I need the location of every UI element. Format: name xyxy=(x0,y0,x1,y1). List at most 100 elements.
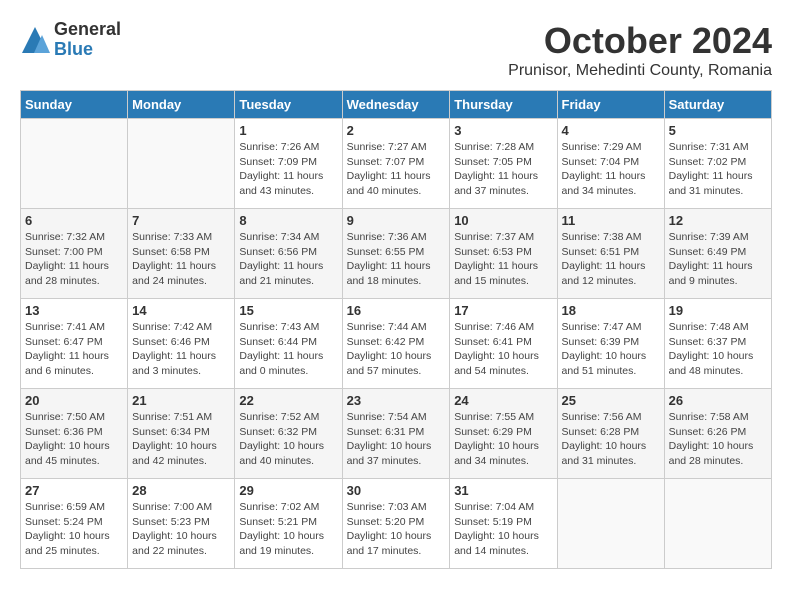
day-info: Sunrise: 7:56 AM Sunset: 6:28 PM Dayligh… xyxy=(562,410,660,469)
day-info: Sunrise: 7:38 AM Sunset: 6:51 PM Dayligh… xyxy=(562,230,660,289)
calendar-cell: 14 Sunrise: 7:42 AM Sunset: 6:46 PM Dayli… xyxy=(128,299,235,389)
calendar-week-3: 13Sunrise: 7:41 AM Sunset: 6:47 PM Dayli… xyxy=(21,299,772,389)
day-number: 2 xyxy=(347,123,446,138)
day-info: Sunrise: 7:34 AM Sunset: 6:56 PM Dayligh… xyxy=(239,230,337,289)
calendar-cell: 9Sunrise: 7:36 AM Sunset: 6:55 PM Daylig… xyxy=(342,209,450,299)
calendar-cell: 12Sunrise: 7:39 AM Sunset: 6:49 PM Dayli… xyxy=(664,209,771,299)
day-info: Sunrise: 7:42 AM Sunset: 6:46 PM Dayligh… xyxy=(132,320,230,379)
calendar-table: Sunday Monday Tuesday Wednesday Thursday… xyxy=(20,90,772,569)
day-number: 4 xyxy=(562,123,660,138)
day-info: Sunrise: 7:55 AM Sunset: 6:29 PM Dayligh… xyxy=(454,410,552,469)
calendar-cell: 29 Sunrise: 7:02 AM Sunset: 5:21 PM Dayli… xyxy=(235,479,342,569)
day-info: Sunrise: 7:02 AM Sunset: 5:21 PM Dayligh… xyxy=(239,500,337,559)
calendar-cell: 26 Sunrise: 7:58 AM Sunset: 6:26 PM Dayli… xyxy=(664,389,771,479)
calendar-cell: 19Sunrise: 7:48 AM Sunset: 6:37 PM Dayli… xyxy=(664,299,771,389)
col-tuesday: Tuesday xyxy=(235,91,342,119)
day-info: Sunrise: 7:51 AM Sunset: 6:34 PM Dayligh… xyxy=(132,410,230,469)
day-number: 24 xyxy=(454,393,552,408)
location-subtitle: Prunisor, Mehedinti County, Romania xyxy=(508,62,772,80)
day-info: Sunrise: 7:52 AM Sunset: 6:32 PM Dayligh… xyxy=(239,410,337,469)
calendar-week-5: 27Sunrise: 6:59 AM Sunset: 5:24 PM Dayli… xyxy=(21,479,772,569)
day-number: 22 xyxy=(239,393,337,408)
day-number: 3 xyxy=(454,123,552,138)
logo-blue: Blue xyxy=(54,40,121,60)
calendar-cell: 30 Sunrise: 7:03 AM Sunset: 5:20 PM Dayli… xyxy=(342,479,450,569)
day-info: Sunrise: 7:58 AM Sunset: 6:26 PM Dayligh… xyxy=(669,410,767,469)
calendar-cell: 20 Sunrise: 7:50 AM Sunset: 6:36 PM Dayli… xyxy=(21,389,128,479)
day-info: Sunrise: 7:33 AM Sunset: 6:58 PM Dayligh… xyxy=(132,230,230,289)
calendar-cell xyxy=(21,119,128,209)
day-info: Sunrise: 7:28 AM Sunset: 7:05 PM Dayligh… xyxy=(454,140,552,199)
day-number: 23 xyxy=(347,393,446,408)
calendar-cell xyxy=(664,479,771,569)
calendar-cell: 13Sunrise: 7:41 AM Sunset: 6:47 PM Dayli… xyxy=(21,299,128,389)
calendar-cell: 28 Sunrise: 7:00 AM Sunset: 5:23 PM Dayli… xyxy=(128,479,235,569)
page-header: General Blue October 2024 Prunisor, Mehe… xyxy=(20,20,772,80)
col-friday: Friday xyxy=(557,91,664,119)
logo-general: General xyxy=(54,20,121,40)
calendar-cell: 18Sunrise: 7:47 AM Sunset: 6:39 PM Dayli… xyxy=(557,299,664,389)
day-number: 21 xyxy=(132,393,230,408)
day-number: 31 xyxy=(454,483,552,498)
month-title: October 2024 xyxy=(508,20,772,62)
day-number: 15 xyxy=(239,303,337,318)
day-number: 28 xyxy=(132,483,230,498)
day-number: 7 xyxy=(132,213,230,228)
day-number: 27 xyxy=(25,483,123,498)
day-number: 30 xyxy=(347,483,446,498)
calendar-cell: 1Sunrise: 7:26 AM Sunset: 7:09 PM Daylig… xyxy=(235,119,342,209)
day-info: Sunrise: 7:29 AM Sunset: 7:04 PM Dayligh… xyxy=(562,140,660,199)
logo-text: General Blue xyxy=(54,20,121,60)
calendar-header: Sunday Monday Tuesday Wednesday Thursday… xyxy=(21,91,772,119)
day-info: Sunrise: 7:54 AM Sunset: 6:31 PM Dayligh… xyxy=(347,410,446,469)
calendar-week-4: 20 Sunrise: 7:50 AM Sunset: 6:36 PM Dayli… xyxy=(21,389,772,479)
calendar-cell: 21 Sunrise: 7:51 AM Sunset: 6:34 PM Dayli… xyxy=(128,389,235,479)
header-row: Sunday Monday Tuesday Wednesday Thursday… xyxy=(21,91,772,119)
calendar-cell: 2Sunrise: 7:27 AM Sunset: 7:07 PM Daylig… xyxy=(342,119,450,209)
calendar-cell: 31 Sunrise: 7:04 AM Sunset: 5:19 PM Dayli… xyxy=(450,479,557,569)
calendar-cell: 22 Sunrise: 7:52 AM Sunset: 6:32 PM Dayli… xyxy=(235,389,342,479)
calendar-cell xyxy=(128,119,235,209)
day-number: 11 xyxy=(562,213,660,228)
col-saturday: Saturday xyxy=(664,91,771,119)
day-number: 16 xyxy=(347,303,446,318)
calendar-cell: 6 Sunrise: 7:32 AM Sunset: 7:00 PM Daylig… xyxy=(21,209,128,299)
calendar-week-1: 1Sunrise: 7:26 AM Sunset: 7:09 PM Daylig… xyxy=(21,119,772,209)
logo-icon xyxy=(20,25,50,55)
day-number: 25 xyxy=(562,393,660,408)
day-info: Sunrise: 7:03 AM Sunset: 5:20 PM Dayligh… xyxy=(347,500,446,559)
day-info: Sunrise: 7:00 AM Sunset: 5:23 PM Dayligh… xyxy=(132,500,230,559)
calendar-cell: 3 Sunrise: 7:28 AM Sunset: 7:05 PM Daylig… xyxy=(450,119,557,209)
day-number: 13 xyxy=(25,303,123,318)
col-monday: Monday xyxy=(128,91,235,119)
day-info: Sunrise: 7:50 AM Sunset: 6:36 PM Dayligh… xyxy=(25,410,123,469)
calendar-cell: 4 Sunrise: 7:29 AM Sunset: 7:04 PM Daylig… xyxy=(557,119,664,209)
calendar-cell: 11 Sunrise: 7:38 AM Sunset: 6:51 PM Dayli… xyxy=(557,209,664,299)
day-number: 6 xyxy=(25,213,123,228)
day-info: Sunrise: 7:47 AM Sunset: 6:39 PM Dayligh… xyxy=(562,320,660,379)
calendar-cell xyxy=(557,479,664,569)
calendar-cell: 10Sunrise: 7:37 AM Sunset: 6:53 PM Dayli… xyxy=(450,209,557,299)
calendar-cell: 24 Sunrise: 7:55 AM Sunset: 6:29 PM Dayli… xyxy=(450,389,557,479)
calendar-cell: 27Sunrise: 6:59 AM Sunset: 5:24 PM Dayli… xyxy=(21,479,128,569)
day-number: 5 xyxy=(669,123,767,138)
col-sunday: Sunday xyxy=(21,91,128,119)
day-number: 14 xyxy=(132,303,230,318)
day-info: Sunrise: 7:48 AM Sunset: 6:37 PM Dayligh… xyxy=(669,320,767,379)
day-number: 20 xyxy=(25,393,123,408)
day-info: Sunrise: 7:04 AM Sunset: 5:19 PM Dayligh… xyxy=(454,500,552,559)
day-number: 8 xyxy=(239,213,337,228)
day-info: Sunrise: 7:46 AM Sunset: 6:41 PM Dayligh… xyxy=(454,320,552,379)
calendar-body: 1Sunrise: 7:26 AM Sunset: 7:09 PM Daylig… xyxy=(21,119,772,569)
day-info: Sunrise: 7:31 AM Sunset: 7:02 PM Dayligh… xyxy=(669,140,767,199)
day-number: 26 xyxy=(669,393,767,408)
calendar-cell: 5 Sunrise: 7:31 AM Sunset: 7:02 PM Daylig… xyxy=(664,119,771,209)
calendar-cell: 7 Sunrise: 7:33 AM Sunset: 6:58 PM Daylig… xyxy=(128,209,235,299)
logo: General Blue xyxy=(20,20,121,60)
day-number: 17 xyxy=(454,303,552,318)
calendar-cell: 17 Sunrise: 7:46 AM Sunset: 6:41 PM Dayli… xyxy=(450,299,557,389)
day-number: 9 xyxy=(347,213,446,228)
calendar-cell: 25 Sunrise: 7:56 AM Sunset: 6:28 PM Dayli… xyxy=(557,389,664,479)
day-info: Sunrise: 7:32 AM Sunset: 7:00 PM Dayligh… xyxy=(25,230,123,289)
day-number: 29 xyxy=(239,483,337,498)
